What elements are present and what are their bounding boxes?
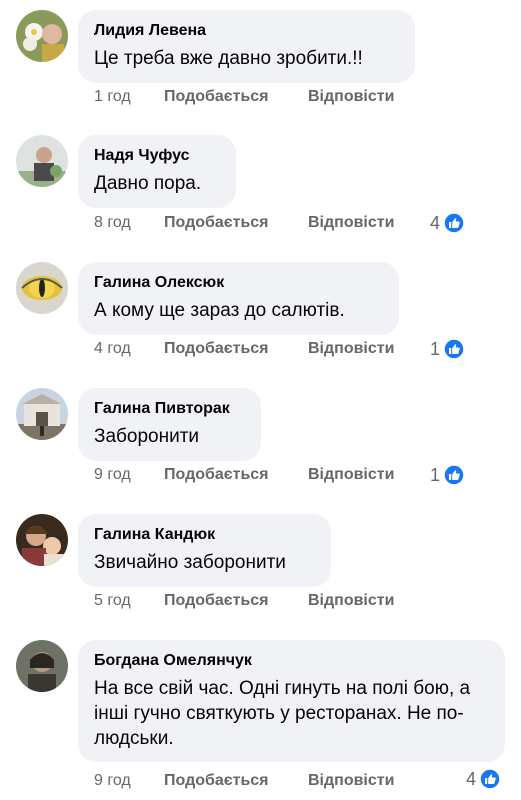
reply-button[interactable]: Відповісти [308, 589, 394, 613]
comment-text: А кому ще зараз до салютів. [94, 300, 345, 321]
comment-author[interactable]: Галина Олексюк [94, 272, 383, 294]
reaction-count: 4 [430, 212, 441, 233]
comment-text: Давно пора. [94, 173, 202, 194]
comment-time[interactable]: 1 год [94, 85, 131, 109]
comment-bubble: Галина Олексюк А кому ще зараз до салюті… [78, 262, 399, 335]
like-button[interactable]: Подобається [164, 211, 269, 235]
comment-bubble: Лидия Левена Це треба вже давно зробити.… [78, 10, 415, 83]
like-reaction-icon [479, 768, 501, 790]
like-reaction-icon [443, 464, 465, 486]
comment-time[interactable]: 9 год [94, 769, 131, 793]
like-button[interactable]: Подобається [164, 589, 269, 613]
comment-time[interactable]: 9 год [94, 463, 131, 487]
comment-text: Це треба вже давно зробити.!! [94, 48, 363, 69]
comment-time[interactable]: 8 год [94, 211, 131, 235]
reply-button[interactable]: Відповісти [308, 769, 394, 793]
comment-text: Заборонити [94, 426, 200, 447]
reaction-summary[interactable]: 4 [466, 767, 501, 791]
avatar[interactable] [16, 135, 68, 187]
comment-bubble: Надя Чуфус Давно пора. [78, 135, 236, 208]
comment-author[interactable]: Галина Пивторак [94, 398, 245, 420]
like-reaction-icon [443, 212, 465, 234]
comment-time[interactable]: 5 год [94, 589, 131, 613]
reply-button[interactable]: Відповісти [308, 463, 394, 487]
comment-author[interactable]: Лидия Левена [94, 20, 399, 42]
like-button[interactable]: Подобається [164, 337, 269, 361]
reaction-count: 1 [430, 338, 441, 359]
comment-bubble: Богдана Омелянчук На все свій час. Одні … [78, 640, 505, 762]
avatar[interactable] [16, 640, 68, 692]
comment-time[interactable]: 4 год [94, 337, 131, 361]
reply-button[interactable]: Відповісти [308, 337, 394, 361]
avatar[interactable] [16, 388, 68, 440]
avatar[interactable] [16, 10, 68, 62]
comment-author[interactable]: Галина Кандюк [94, 524, 315, 546]
comment-bubble: Галина Пивторак Заборонити [78, 388, 261, 461]
like-button[interactable]: Подобається [164, 769, 269, 793]
comment-author[interactable]: Надя Чуфус [94, 145, 220, 167]
reaction-summary[interactable]: 1 [430, 337, 465, 361]
like-button[interactable]: Подобається [164, 85, 269, 109]
reaction-count: 1 [430, 464, 441, 485]
like-button[interactable]: Подобається [164, 463, 269, 487]
avatar[interactable] [16, 514, 68, 566]
reaction-summary[interactable]: 1 [430, 463, 465, 487]
reaction-count: 4 [466, 768, 477, 789]
like-reaction-icon [443, 338, 465, 360]
comment-author[interactable]: Богдана Омелянчук [94, 650, 489, 672]
comment-text: Звичайно заборонити [94, 552, 286, 573]
reply-button[interactable]: Відповісти [308, 211, 394, 235]
comment-text: На все свій час. Одні гинуть на полі бою… [94, 678, 471, 749]
reaction-summary[interactable]: 4 [430, 211, 465, 235]
avatar[interactable] [16, 262, 68, 314]
comment-bubble: Галина Кандюк Звичайно заборонити [78, 514, 331, 587]
reply-button[interactable]: Відповісти [308, 85, 394, 109]
